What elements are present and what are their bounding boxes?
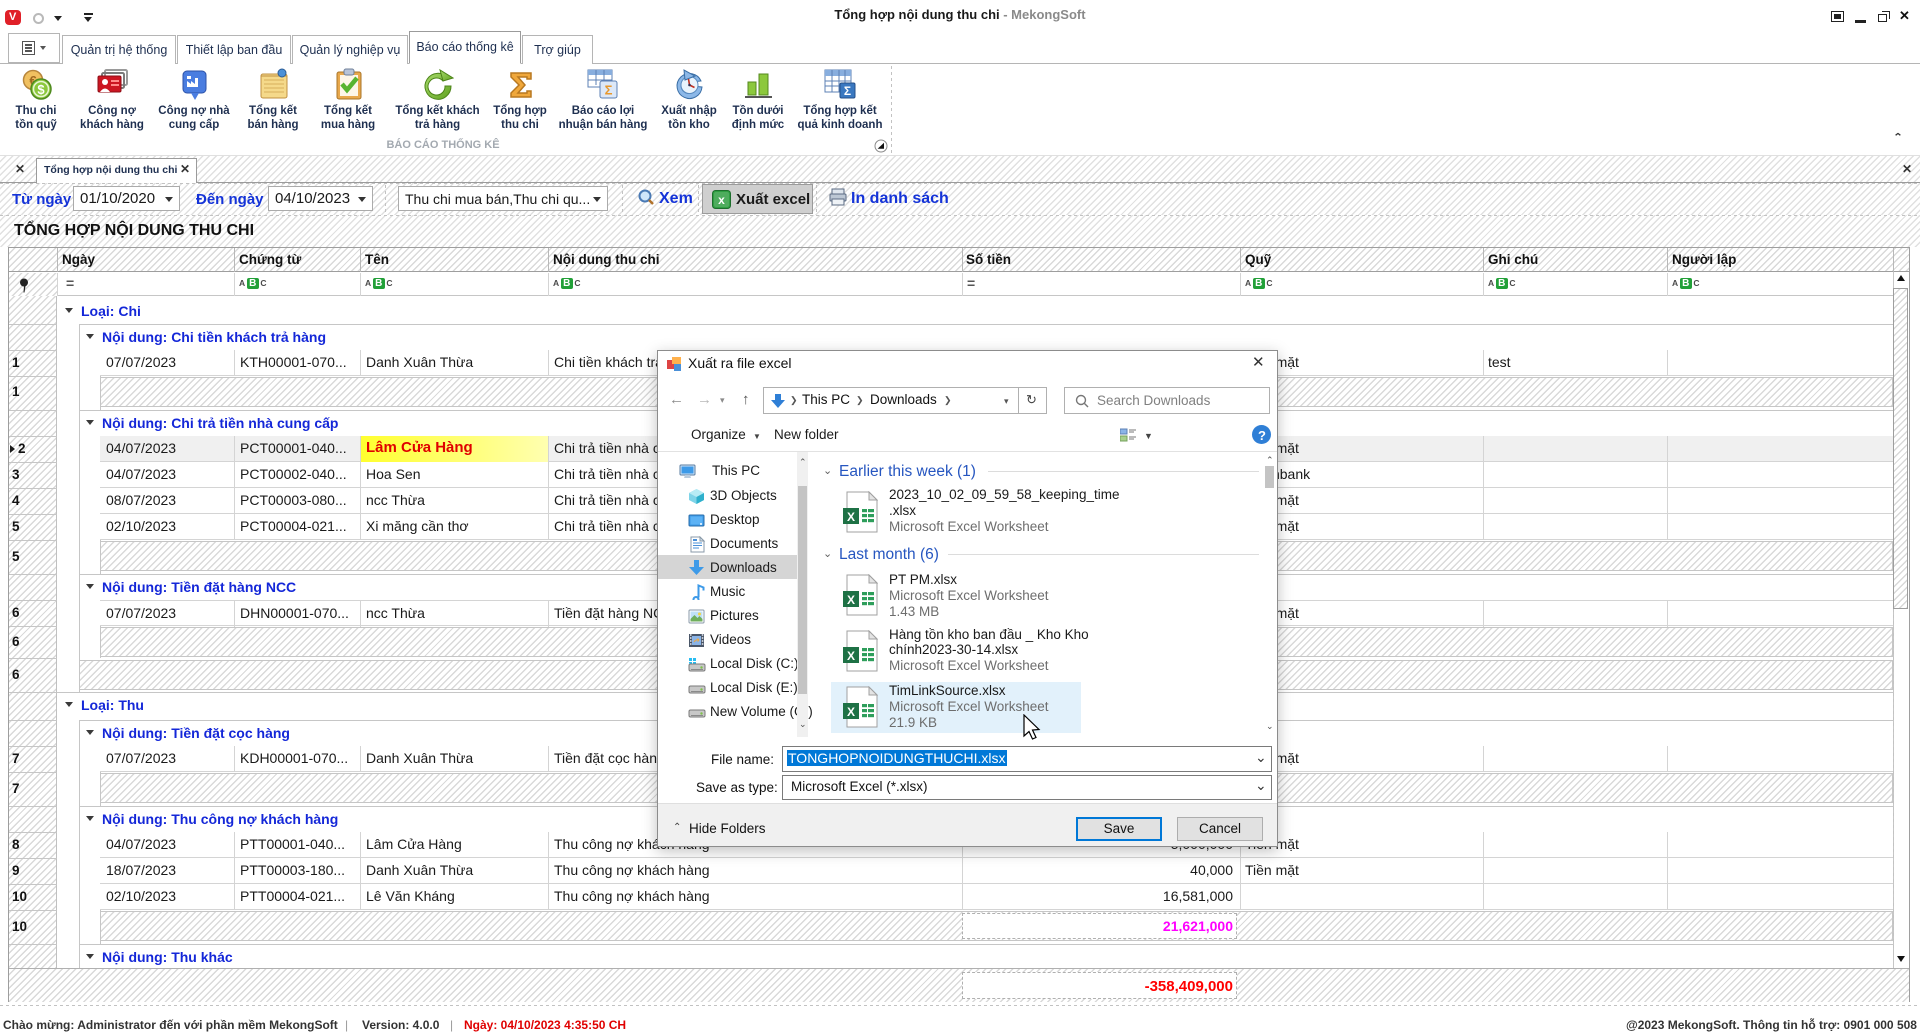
- svg-text:X: X: [847, 705, 855, 719]
- svg-text:X: X: [847, 593, 855, 607]
- svg-text:X: X: [847, 510, 855, 524]
- svg-text:X: X: [847, 649, 855, 663]
